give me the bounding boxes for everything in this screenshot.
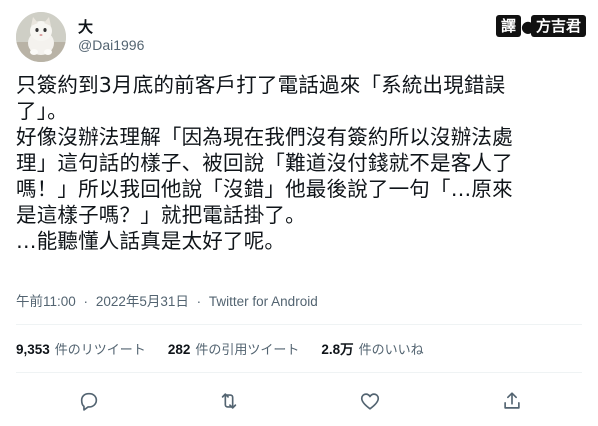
credit-dot: ● — [521, 16, 535, 36]
tweet-line: 了」。 — [16, 99, 68, 123]
tweet-line: 是這樣子嗎？」就把電話掛了。 — [16, 203, 306, 227]
retweets-count: 9,353 — [16, 341, 50, 357]
user-handle[interactable]: @Dai1996 — [78, 37, 144, 53]
tweet-stats: 9,353 件のリツイート 282 件の引用ツイート 2.8万 件のいいね — [16, 336, 446, 360]
like-icon — [360, 393, 380, 410]
translator-credit: 譯 ● 方吉君 — [496, 14, 587, 38]
reply-icon — [80, 392, 98, 411]
likes-label: 件のいいね — [358, 343, 424, 358]
reply-button[interactable] — [76, 388, 102, 414]
retweets-stat[interactable]: 9,353 件のリツイート — [16, 339, 146, 358]
retweet-button[interactable] — [216, 388, 242, 414]
tweet-line: …能聽懂人話真是太好了呢。 — [16, 229, 286, 253]
avatar[interactable] — [16, 12, 66, 62]
tweet-actions — [16, 384, 582, 416]
meta-separator: · — [196, 294, 202, 309]
share-icon — [504, 392, 520, 409]
tweet-line: 嗎！」所以我回他說「沒錯」他最後說了一句「…原來 — [16, 177, 513, 201]
tweet-date[interactable]: 2022年5月31日 — [96, 294, 189, 309]
tweet-body: 只簽約到3月底的前客戶打了電話過來「系統出現錯誤 了」。 好像沒辦法理解「因為現… — [16, 72, 582, 254]
share-button[interactable] — [499, 388, 525, 414]
credit-label: 譯 — [496, 15, 522, 37]
meta-separator: · — [83, 294, 89, 309]
display-name[interactable]: 大 — [78, 16, 93, 37]
quotes-label: 件の引用ツイート — [195, 342, 300, 358]
tweet-source[interactable]: Twitter for Android — [209, 294, 318, 309]
tweet-line: 理」這句話的樣子、被回說「難道沒付錢就不是客人了 — [16, 151, 513, 175]
tweet-line: 只簽約到3月底的前客戶打了電話過來「系統出現錯誤 — [16, 73, 506, 97]
credit-translator: 方吉君 — [531, 15, 587, 37]
likes-stat[interactable]: 2.8万 件のいいね — [321, 338, 423, 358]
retweets-label: 件のリツイート — [54, 342, 146, 358]
like-button[interactable] — [357, 388, 383, 414]
divider — [16, 324, 582, 325]
likes-count: 2.8万 — [321, 342, 354, 357]
retweet-icon — [221, 393, 237, 409]
avatar-cat-image — [16, 12, 66, 62]
tweet-time[interactable]: 午前11:00 — [16, 294, 76, 309]
quotes-count: 282 — [167, 341, 191, 357]
divider — [16, 372, 582, 373]
tweet-line: 好像沒辦法理解「因為現在我們沒有簽約所以沒辦法處 — [16, 125, 513, 149]
tweet-meta: 午前11:00 · 2022年5月31日 · Twitter for Andro… — [16, 290, 318, 310]
quotes-stat[interactable]: 282 件の引用ツイート — [168, 339, 300, 358]
